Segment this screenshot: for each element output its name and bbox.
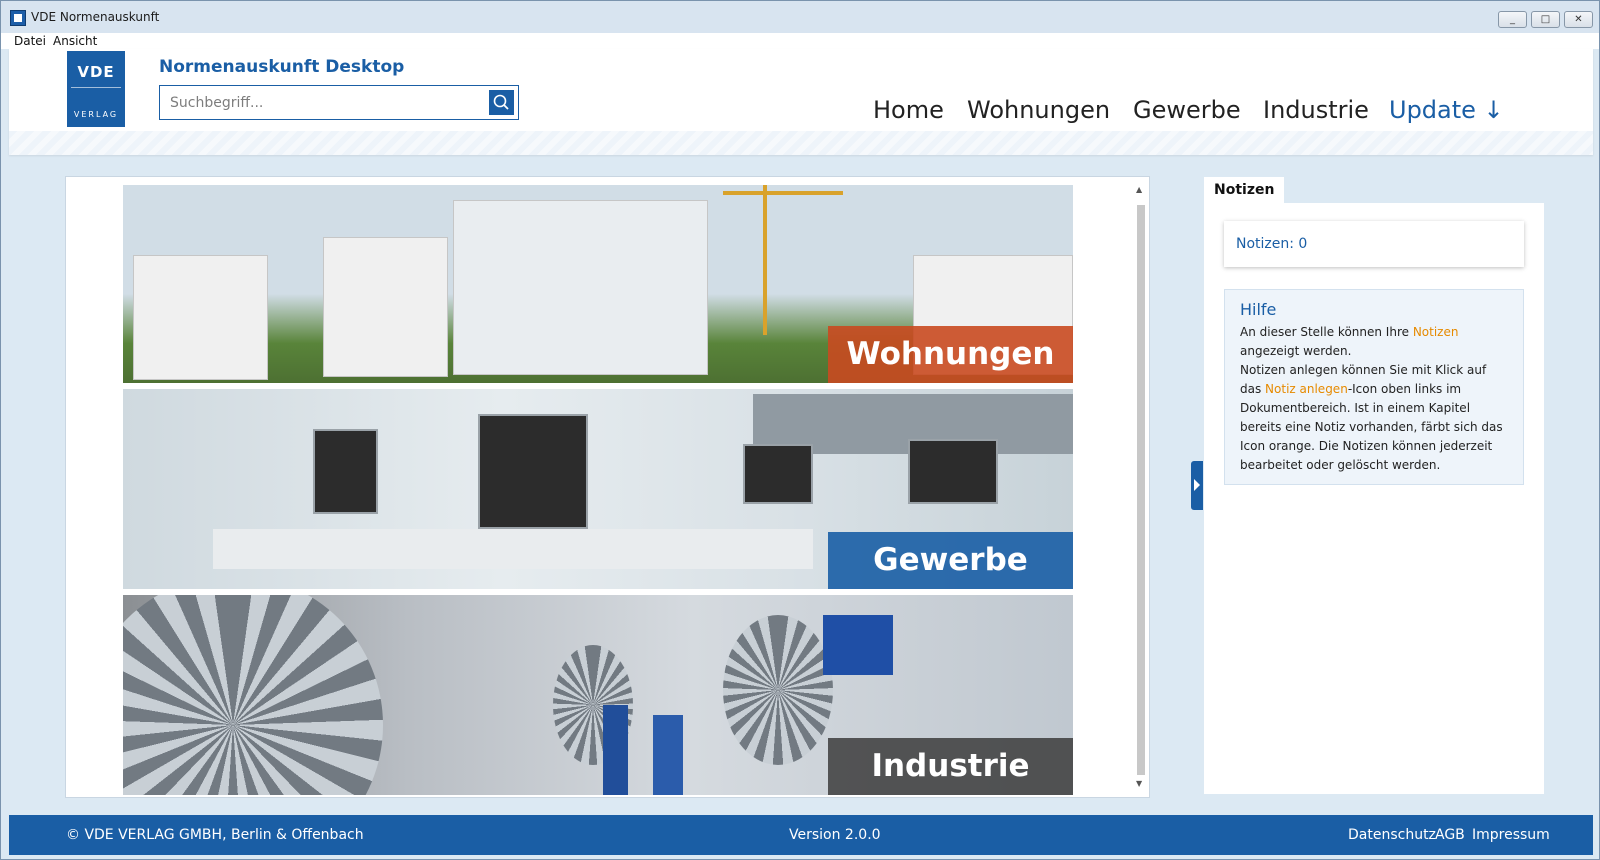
help-text-part: angezeigt werden. <box>1240 344 1352 358</box>
worker-image <box>603 705 628 795</box>
search-icon <box>493 94 509 110</box>
help-text-part: An dieser Stelle können Ihre <box>1240 325 1413 339</box>
search-box <box>159 85 519 120</box>
app-footer: © VDE VERLAG GMBH, Berlin & Offenbach Ve… <box>9 815 1593 855</box>
footer-link-impressum[interactable]: Impressum <box>1472 815 1550 855</box>
nav-home[interactable]: Home <box>873 96 944 124</box>
logo-text-verlag: VERLAG <box>73 110 119 119</box>
notes-count: Notizen: 0 <box>1224 221 1524 267</box>
banner-gewerbe[interactable]: Gewerbe <box>123 389 1073 589</box>
house-image <box>133 255 268 380</box>
monitor-image <box>743 444 813 504</box>
search-button[interactable] <box>489 90 514 115</box>
banner-label: Industrie <box>828 738 1073 795</box>
app-header: VDE VERLAG Normenauskunft Desktop Home W… <box>9 49 1593 155</box>
panel-toggle-button[interactable] <box>1191 461 1203 510</box>
document-area: Wohnungen Gewerbe Industrie ▲ ▼ <box>65 176 1150 798</box>
logo-divider <box>71 87 121 88</box>
logo-text-vde: VDE <box>77 63 115 81</box>
app-name: Normenauskunft Desktop <box>159 57 405 77</box>
turbine-image <box>123 595 383 795</box>
minimize-button[interactable]: _ <box>1498 11 1527 28</box>
header-stripe <box>9 131 1593 155</box>
vde-logo[interactable]: VDE VERLAG <box>67 51 125 127</box>
scrollbar[interactable]: ▲ ▼ <box>1133 183 1149 793</box>
nav-update[interactable]: Update ↓ <box>1389 96 1504 124</box>
footer-version: Version 2.0.0 <box>789 827 881 843</box>
menu-ansicht[interactable]: Ansicht <box>53 34 97 48</box>
scroll-down-icon[interactable]: ▼ <box>1136 779 1142 788</box>
app-icon <box>10 10 26 26</box>
banner-label: Gewerbe <box>828 532 1073 589</box>
crane-arm-image <box>723 191 843 195</box>
banner-label: Wohnungen <box>828 326 1073 383</box>
help-title: Hilfe <box>1240 300 1277 319</box>
footer-link-datenschutz[interactable]: Datenschutz <box>1348 815 1436 855</box>
tab-notizen[interactable]: Notizen <box>1204 177 1284 203</box>
app-window: VDE Normenauskunft _ □ ✕ Datei Ansicht V… <box>0 0 1600 860</box>
desk-image <box>213 529 813 569</box>
nav-industrie[interactable]: Industrie <box>1263 96 1369 124</box>
scroll-up-icon[interactable]: ▲ <box>1136 185 1142 194</box>
worker-image <box>653 715 683 795</box>
help-box: Hilfe An dieser Stelle können Ihre Notiz… <box>1224 289 1524 485</box>
help-text: An dieser Stelle können Ihre Notizen ang… <box>1240 323 1508 475</box>
search-input[interactable] <box>160 86 486 119</box>
footer-copyright: © VDE VERLAG GMBH, Berlin & Offenbach <box>66 827 364 843</box>
maximize-button[interactable]: □ <box>1531 11 1560 28</box>
banner-industrie[interactable]: Industrie <box>123 595 1073 795</box>
nav-wohnungen[interactable]: Wohnungen <box>967 96 1110 124</box>
house-image <box>453 200 708 375</box>
help-highlight-notizen: Notizen <box>1412 325 1459 339</box>
menu-datei[interactable]: Datei <box>14 34 46 48</box>
footer-link-agb[interactable]: AGB <box>1435 815 1465 855</box>
machine-image <box>823 615 893 675</box>
monitor-image <box>908 439 998 504</box>
title-bar: VDE Normenauskunft _ □ ✕ <box>1 1 1599 33</box>
banner-wohnungen[interactable]: Wohnungen <box>123 185 1073 383</box>
notes-panel: Notizen: 0 Hilfe An dieser Stelle können… <box>1204 203 1544 794</box>
chevron-right-icon <box>1194 479 1200 491</box>
crane-image <box>763 185 767 335</box>
monitor-image <box>478 414 588 529</box>
scroll-thumb[interactable] <box>1137 205 1145 775</box>
help-highlight-notiz-anlegen: Notiz anlegen <box>1265 382 1348 396</box>
nav-gewerbe[interactable]: Gewerbe <box>1133 96 1241 124</box>
monitor-image <box>313 429 378 514</box>
close-button[interactable]: ✕ <box>1564 11 1593 28</box>
window-title: VDE Normenauskunft <box>31 10 160 24</box>
menu-bar: Datei Ansicht <box>1 33 1599 49</box>
house-image <box>323 237 448 377</box>
turbine-image <box>723 615 833 765</box>
